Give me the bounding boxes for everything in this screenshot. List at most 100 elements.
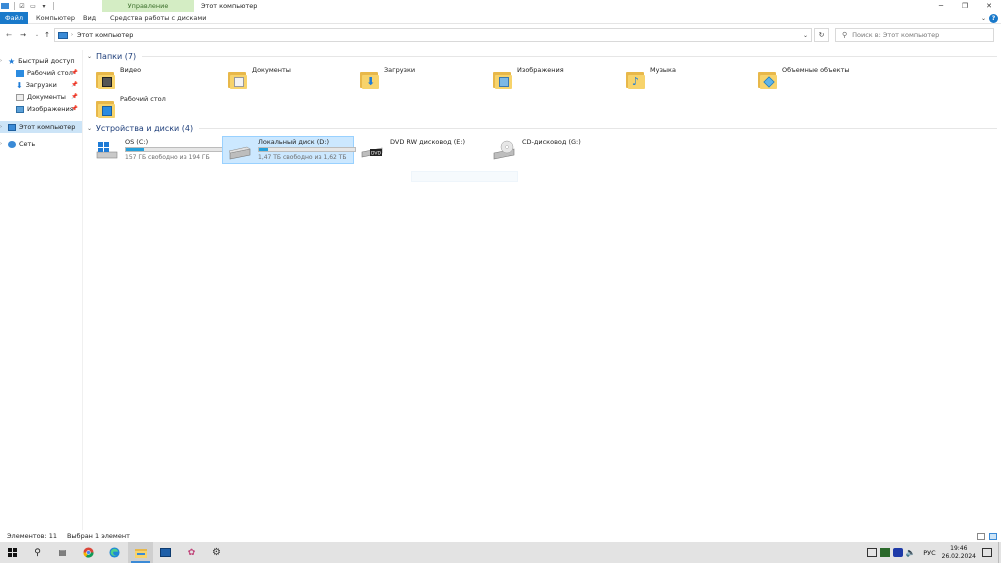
pin-icon[interactable]: 📌 xyxy=(71,106,78,112)
folder-icon xyxy=(134,548,147,558)
pin-icon[interactable]: 📌 xyxy=(71,70,78,76)
tab-view[interactable]: Вид xyxy=(83,12,96,24)
drive-c[interactable]: OS (C:) 157 ГБ свободно из 194 ГБ xyxy=(90,137,223,164)
settings-button[interactable]: ⚙ xyxy=(204,542,229,563)
nav-documents[interactable]: Документы 📌 xyxy=(0,91,82,103)
properties-icon[interactable]: ☑ xyxy=(18,2,26,10)
search-input[interactable] xyxy=(852,31,983,39)
folder-downloads[interactable]: ⬇ Загрузки xyxy=(360,65,415,92)
group-header-folders[interactable]: ⌄ Папки (7) xyxy=(87,50,997,62)
search-box[interactable]: ⚲ xyxy=(835,28,994,42)
expand-chevron-icon[interactable]: › xyxy=(0,124,8,130)
minimize-icon[interactable]: ─ xyxy=(929,0,953,12)
nav-label: Сеть xyxy=(19,140,36,148)
tiles-view-icon[interactable] xyxy=(989,532,997,540)
nav-downloads[interactable]: ⬇ Загрузки 📌 xyxy=(0,79,82,91)
up-arrow-icon[interactable]: ↑ xyxy=(42,30,52,40)
folder-pictures[interactable]: Изображения xyxy=(493,65,564,92)
folder-label: Объемные объекты xyxy=(782,66,850,74)
search-taskbar-button[interactable]: ⚲ xyxy=(25,542,50,563)
drive-d[interactable]: Локальный диск (D:) 1,47 ТБ свободно из … xyxy=(222,136,356,164)
tray-app-icon[interactable] xyxy=(879,548,890,557)
task-view-icon: ▤ xyxy=(58,548,67,557)
drive-usage-bar xyxy=(125,147,223,152)
pictures-folder-icon xyxy=(493,68,513,90)
expand-chevron-icon[interactable]: › xyxy=(0,141,8,147)
this-pc-icon xyxy=(58,31,68,39)
drive-g[interactable]: CD-дисковод (G:) xyxy=(487,137,617,164)
address-bar[interactable]: › Этот компьютер ⌄ xyxy=(54,28,812,42)
input-language[interactable]: РУС xyxy=(923,549,935,557)
breadcrumb[interactable]: Этот компьютер xyxy=(77,31,133,39)
recent-locations-chevron-icon[interactable]: ⌄ xyxy=(32,30,42,40)
chrome-button[interactable] xyxy=(76,542,101,563)
pin-icon[interactable]: 📌 xyxy=(71,82,78,88)
star-icon: ★ xyxy=(8,56,16,66)
folder-music[interactable]: ♪ Музыка xyxy=(626,65,676,92)
group-title: Устройства и диски (4) xyxy=(96,123,194,133)
status-bar: Элементов: 11 Выбран 1 элемент xyxy=(0,530,1001,542)
pin-icon[interactable]: 📌 xyxy=(71,94,78,100)
nav-pictures[interactable]: Изображения 📌 xyxy=(0,103,82,115)
context-tab-manage[interactable]: Управление xyxy=(102,0,194,12)
breadcrumb-chevron-icon[interactable]: › xyxy=(71,32,73,38)
restore-icon[interactable]: ❐ xyxy=(953,0,977,12)
this-pc-app-icon[interactable] xyxy=(1,3,9,9)
drive-name: OS (C:) xyxy=(125,138,149,146)
back-arrow-icon[interactable]: ← xyxy=(4,30,14,40)
expand-ribbon-icon[interactable]: ⌄ xyxy=(981,15,986,22)
expand-chevron-icon[interactable]: › xyxy=(0,58,8,64)
folder-label: Загрузки xyxy=(384,66,416,74)
qa-separator xyxy=(14,2,15,10)
drive-name: Локальный диск (D:) xyxy=(258,138,329,146)
nav-label: Загрузки xyxy=(25,81,57,89)
nav-quick-access[interactable]: › ★ Быстрый доступ xyxy=(0,55,82,67)
folder-video[interactable]: Видео xyxy=(96,65,141,92)
notifications-icon[interactable] xyxy=(982,548,992,557)
nav-label: Изображения xyxy=(27,105,74,113)
group-divider xyxy=(142,55,997,57)
folder-3d-objects[interactable]: Объемные объекты xyxy=(758,65,850,92)
forward-arrow-icon[interactable]: → xyxy=(18,30,28,40)
nav-desktop[interactable]: Рабочий стол 📌 xyxy=(0,67,82,79)
collapse-chevron-icon[interactable]: ⌄ xyxy=(87,125,92,132)
collapse-chevron-icon[interactable]: ⌄ xyxy=(87,53,92,60)
nav-network[interactable]: › Сеть xyxy=(0,138,82,150)
start-button[interactable] xyxy=(0,542,25,563)
drag-ghost-placeholder xyxy=(411,171,518,182)
details-view-icon[interactable] xyxy=(977,532,985,540)
tab-file[interactable]: Файл xyxy=(0,12,28,24)
dvd-drive-icon: DVD xyxy=(361,140,383,160)
help-icon[interactable]: ? xyxy=(989,13,998,23)
folder-documents[interactable]: Документы xyxy=(228,65,291,92)
address-dropdown-icon[interactable]: ⌄ xyxy=(803,32,808,39)
navigation-pane: › ★ Быстрый доступ Рабочий стол 📌 ⬇ Загр… xyxy=(0,50,83,530)
display-icon[interactable] xyxy=(866,548,877,557)
desktop-icon xyxy=(16,69,24,77)
refresh-button[interactable]: ↻ xyxy=(814,28,829,42)
customize-qa-icon[interactable]: ▾ xyxy=(40,2,48,10)
edge-button[interactable] xyxy=(102,542,127,563)
tab-computer[interactable]: Компьютер xyxy=(36,12,75,24)
tab-drive-tools[interactable]: Средства работы с дисками xyxy=(110,12,206,24)
drive-free-space: 1,47 ТБ свободно из 1,62 ТБ xyxy=(258,154,347,161)
clock[interactable]: 19:46 26.02.2024 xyxy=(942,545,976,561)
volume-icon[interactable]: 🔈 xyxy=(906,548,916,557)
task-view-button[interactable]: ▤ xyxy=(50,542,75,563)
drive-e[interactable]: DVD DVD RW дисковод (E:) xyxy=(355,137,485,164)
ribbon-right: ⌄ ? xyxy=(981,13,998,23)
group-header-devices[interactable]: ⌄ Устройства и диски (4) xyxy=(87,122,997,134)
close-icon[interactable]: ✕ xyxy=(977,0,1001,12)
folder-desktop[interactable]: Рабочий стол xyxy=(96,94,166,121)
nav-this-pc[interactable]: › Этот компьютер xyxy=(0,121,82,133)
app-button-paint[interactable]: ✿ xyxy=(179,542,204,563)
ribbon-tabs: Файл Компьютер Вид Средства работы с дис… xyxy=(0,12,1001,24)
downloads-folder-icon: ⬇ xyxy=(360,68,380,90)
new-folder-icon[interactable]: ▭ xyxy=(29,2,37,10)
file-explorer-button[interactable] xyxy=(128,542,153,563)
app-button-blue[interactable] xyxy=(153,542,178,563)
meet-icon[interactable] xyxy=(892,548,903,557)
clock-date: 26.02.2024 xyxy=(941,552,976,560)
hard-drive-icon xyxy=(228,140,251,160)
view-switcher xyxy=(977,532,997,540)
